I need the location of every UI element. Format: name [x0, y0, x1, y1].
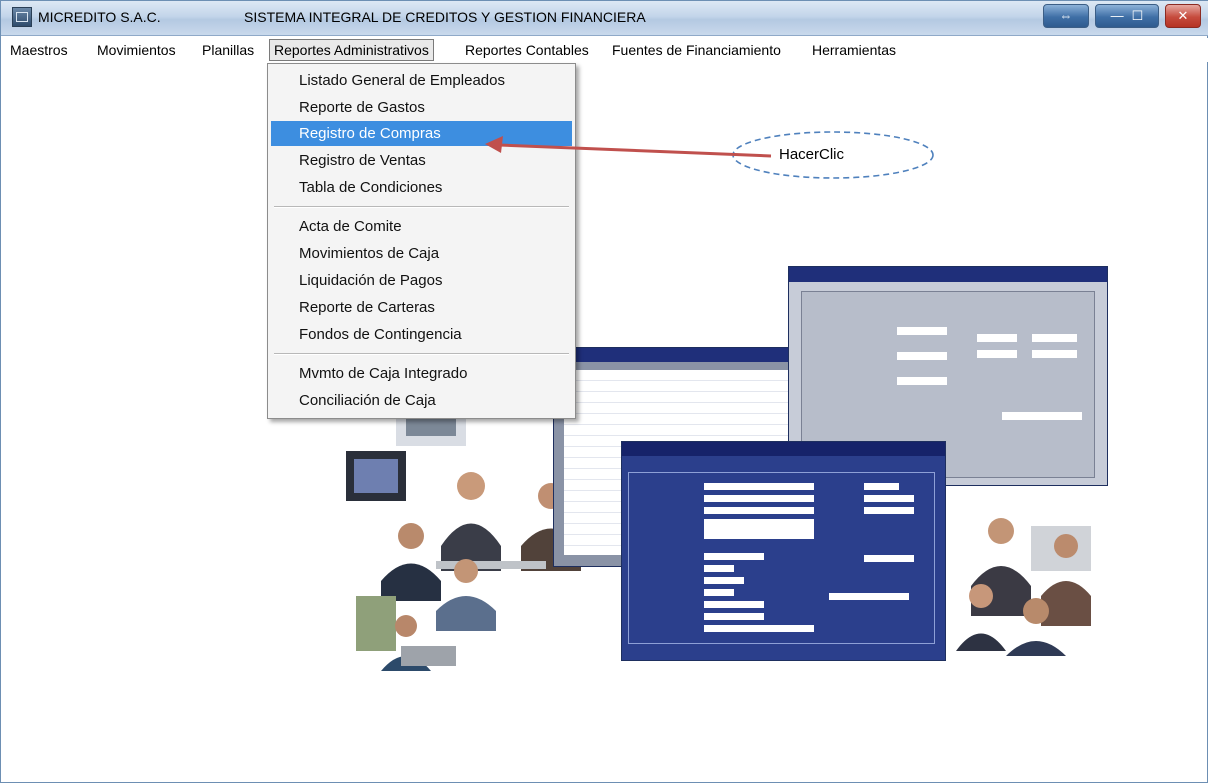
- menu-movimientos[interactable]: Movimientos: [93, 40, 180, 60]
- close-icon: ✕: [1177, 8, 1189, 23]
- menu-item-acta-comite[interactable]: Acta de Comite: [271, 214, 572, 239]
- supplier-screenshot: [621, 441, 946, 661]
- title-bar[interactable]: MICREDITO S.A.C. SISTEMA INTEGRAL DE CRE…: [1, 1, 1208, 36]
- menu-item-movimientos-caja[interactable]: Movimientos de Caja: [271, 241, 572, 266]
- maximize-button[interactable]: ☐: [1132, 5, 1144, 27]
- callout-label: HacerClic: [779, 146, 845, 163]
- office-people-photo-right: [956, 518, 1091, 656]
- minimize-button[interactable]: —: [1111, 5, 1124, 27]
- menu-planillas[interactable]: Planillas: [198, 40, 258, 60]
- menu-maestros[interactable]: Maestros: [6, 40, 72, 60]
- reportes-administrativos-dropdown: Listado General de Empleados Reporte de …: [267, 63, 576, 419]
- menu-fuentes-financiamiento[interactable]: Fuentes de Financiamiento: [608, 40, 785, 60]
- menu-item-listado-empleados[interactable]: Listado General de Empleados: [271, 68, 572, 93]
- menu-separator-2: [274, 353, 569, 355]
- minmax-group: — ☐: [1095, 4, 1159, 28]
- window-title: SISTEMA INTEGRAL DE CREDITOS Y GESTION F…: [244, 9, 646, 25]
- menu-item-fondos-contingencia[interactable]: Fondos de Contingencia: [271, 322, 572, 347]
- app-icon: [12, 7, 32, 27]
- menu-reportes-administrativos[interactable]: Reportes Administrativos: [269, 39, 434, 61]
- menu-herramientas[interactable]: Herramientas: [808, 40, 900, 60]
- menu-item-tabla-condiciones[interactable]: Tabla de Condiciones: [271, 175, 572, 200]
- menu-reportes-contables[interactable]: Reportes Contables: [461, 40, 593, 60]
- menu-item-reporte-carteras[interactable]: Reporte de Carteras: [271, 295, 572, 320]
- menu-item-mvmto-caja-integrado[interactable]: Mvmto de Caja Integrado: [271, 361, 572, 386]
- menu-separator: [274, 206, 569, 208]
- screenshot-titlebar-3: [622, 442, 945, 456]
- switch-button[interactable]: ⇔: [1043, 4, 1089, 28]
- menu-bar: Maestros Movimientos Planillas Reportes …: [1, 38, 1208, 62]
- screenshot-form-3: [628, 472, 935, 644]
- main-window: MICREDITO S.A.C. SISTEMA INTEGRAL DE CRE…: [0, 0, 1208, 783]
- screenshot-titlebar-2: [789, 267, 1107, 282]
- window-controls: ⇔ — ☐ ✕: [1043, 4, 1201, 28]
- menu-item-liquidacion-pagos[interactable]: Liquidación de Pagos: [271, 268, 572, 293]
- pointer-arrow-icon: [485, 136, 772, 158]
- switch-icon: ⇔: [1059, 8, 1073, 23]
- menu-item-reporte-gastos[interactable]: Reporte de Gastos: [271, 95, 572, 120]
- menu-item-conciliacion-caja[interactable]: Conciliación de Caja: [271, 388, 572, 413]
- app-name: MICREDITO S.A.C.: [38, 9, 161, 25]
- close-button[interactable]: ✕: [1165, 4, 1201, 28]
